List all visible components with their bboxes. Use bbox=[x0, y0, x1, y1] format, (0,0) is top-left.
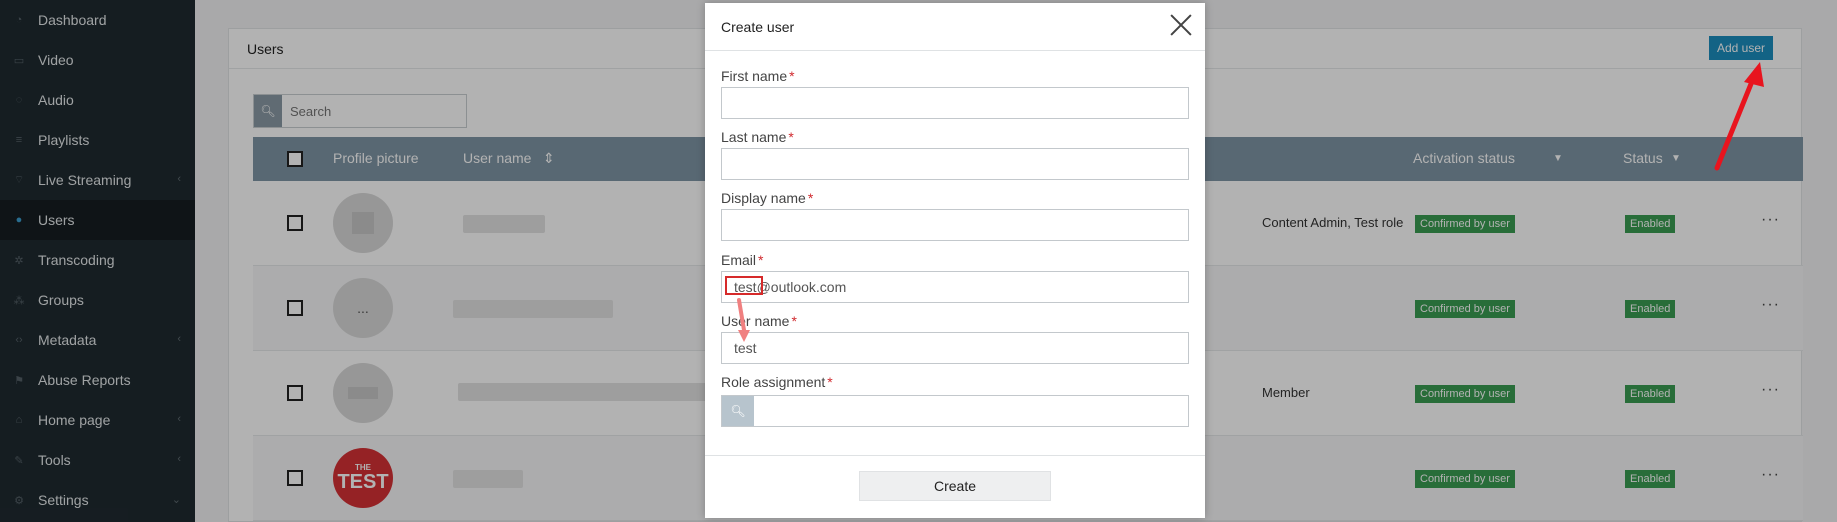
display-name-field[interactable] bbox=[721, 209, 1189, 241]
first-name-field[interactable] bbox=[721, 87, 1189, 119]
last-name-field[interactable] bbox=[721, 148, 1189, 180]
role-assignment-search: 🔍︎ bbox=[721, 395, 1189, 427]
dialog-title: Create user bbox=[721, 19, 795, 35]
last-name-label: Last name * bbox=[721, 129, 794, 145]
annotation-highlight-box bbox=[725, 276, 763, 295]
role-assignment-label: Role assignment * bbox=[721, 374, 833, 390]
dialog-header: Create user bbox=[705, 3, 1205, 51]
role-assignment-input[interactable] bbox=[754, 396, 1188, 426]
dialog-footer: Create bbox=[705, 455, 1205, 518]
display-name-label: Display name * bbox=[721, 190, 814, 206]
search-icon[interactable]: 🔍︎ bbox=[722, 396, 754, 426]
first-name-label: First name * bbox=[721, 68, 795, 84]
create-user-dialog: Create user First name * Last name * Displ… bbox=[705, 3, 1205, 518]
user-name-label: User name * bbox=[721, 313, 797, 329]
create-button[interactable]: Create bbox=[859, 471, 1051, 501]
close-icon[interactable] bbox=[1169, 13, 1193, 37]
email-label: Email * bbox=[721, 252, 764, 268]
user-name-field[interactable] bbox=[721, 332, 1189, 364]
email-field[interactable] bbox=[721, 271, 1189, 303]
